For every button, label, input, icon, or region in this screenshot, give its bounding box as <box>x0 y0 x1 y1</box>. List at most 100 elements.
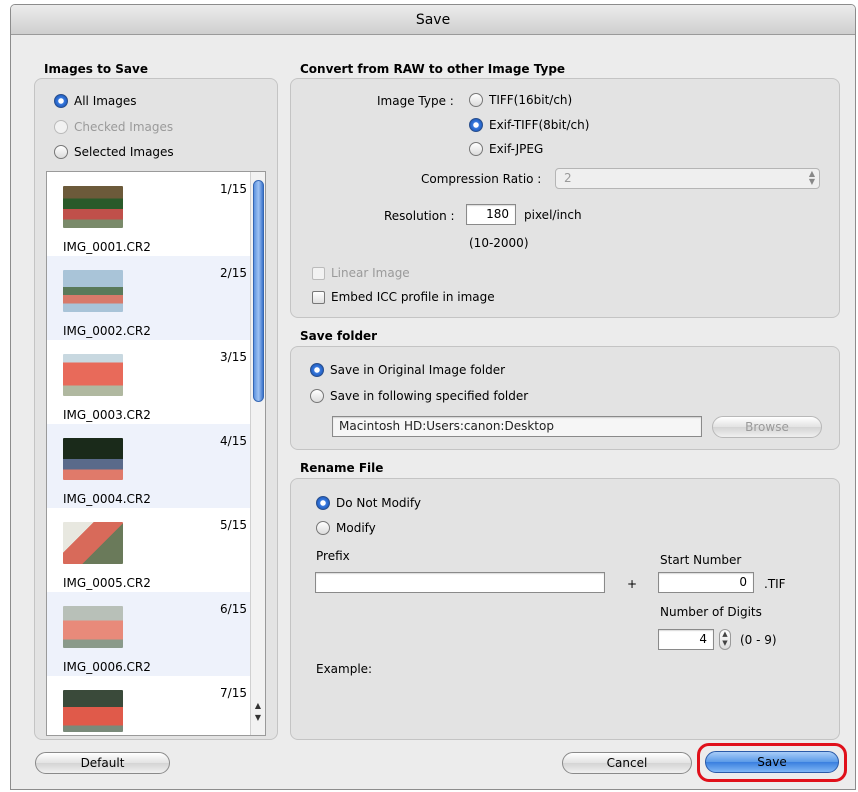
radio-checked-images: Checked Images <box>54 120 173 134</box>
scroll-down-arrow-icon[interactable]: ▼ <box>252 712 264 723</box>
prefix-label: Prefix <box>316 549 350 563</box>
image-count: 4/15 <box>220 434 247 448</box>
digits-range: (0 - 9) <box>740 633 777 647</box>
browse-button[interactable]: Browse <box>712 416 822 438</box>
digits-input[interactable]: 4 <box>658 629 714 650</box>
radio-exif-jpeg[interactable]: Exif-JPEG <box>469 142 543 156</box>
list-item[interactable]: 6/15 IMG_0006.CR2 <box>47 592 265 676</box>
resolution-input[interactable]: 180 <box>466 204 516 225</box>
image-count: 6/15 <box>220 602 247 616</box>
resolution-label: Resolution : <box>384 209 455 223</box>
radio-exif-tiff-label: Exif-TIFF(8bit/ch) <box>489 118 590 132</box>
list-item[interactable]: 5/15 IMG_0005.CR2 <box>47 508 265 592</box>
thumbnail-image <box>63 354 123 396</box>
image-filename: IMG_0001.CR2 <box>63 240 151 254</box>
convert-heading: Convert from RAW to other Image Type <box>300 62 566 76</box>
radio-do-not-modify[interactable]: Do Not Modify <box>316 496 421 510</box>
thumbnail-image <box>63 690 123 732</box>
linear-image-checkbox: Linear Image <box>312 266 410 280</box>
image-list[interactable]: 1/15 IMG_0001.CR2 2/15 IMG_0002.CR2 3/15… <box>46 171 266 736</box>
thumbnail-image <box>63 186 123 228</box>
radio-tiff16[interactable]: TIFF(16bit/ch) <box>469 93 572 107</box>
prefix-input[interactable] <box>315 572 605 593</box>
thumbnail-image <box>63 606 123 648</box>
image-count: 5/15 <box>220 518 247 532</box>
compression-ratio-value: 2 <box>564 171 572 185</box>
radio-icon <box>469 142 483 156</box>
radio-save-original-folder[interactable]: Save in Original Image folder <box>310 363 505 377</box>
list-scrollbar[interactable]: ▲ ▼ <box>250 172 265 735</box>
compression-ratio-select: 2 ▲ ▼ <box>555 168 820 189</box>
thumbnail-image <box>63 270 123 312</box>
default-button[interactable]: Default <box>35 752 170 774</box>
start-number-label: Start Number <box>660 553 742 567</box>
cancel-button[interactable]: Cancel <box>562 752 692 774</box>
save-folder-heading: Save folder <box>300 329 378 343</box>
thumbnail-image <box>63 522 123 564</box>
radio-icon <box>316 521 330 535</box>
checkbox-icon <box>312 290 325 304</box>
radio-exif-tiff[interactable]: Exif-TIFF(8bit/ch) <box>469 118 589 132</box>
image-count: 2/15 <box>220 266 247 280</box>
window-title: Save <box>11 5 855 35</box>
image-filename: IMG_0004.CR2 <box>63 492 151 506</box>
list-item[interactable]: 1/15 IMG_0001.CR2 <box>47 172 265 256</box>
radio-selected-images-label: Selected Images <box>74 145 174 159</box>
radio-icon <box>469 93 483 107</box>
image-filename: IMG_0006.CR2 <box>63 660 151 674</box>
image-count: 7/15 <box>220 686 247 700</box>
image-type-label: Image Type : <box>377 94 454 108</box>
list-item[interactable]: 4/15 IMG_0004.CR2 <box>47 424 265 508</box>
radio-tiff16-label: TIFF(16bit/ch) <box>489 93 573 107</box>
radio-icon <box>54 145 68 159</box>
radio-selected-icon <box>310 363 324 377</box>
digits-stepper[interactable]: ▲ ▼ <box>719 629 731 650</box>
radio-all-images-label: All Images <box>74 94 137 108</box>
plus-sign: + <box>627 577 638 591</box>
number-of-digits-label: Number of Digits <box>660 605 762 619</box>
radio-checked-images-label: Checked Images <box>74 120 174 134</box>
resolution-range: (10-2000) <box>469 236 529 250</box>
list-item[interactable]: 3/15 IMG_0003.CR2 <box>47 340 265 424</box>
list-item[interactable]: 2/15 IMG_0002.CR2 <box>47 256 265 340</box>
scroll-up-arrow-icon[interactable]: ▲ <box>252 700 264 711</box>
image-count: 3/15 <box>220 350 247 364</box>
rename-file-heading: Rename File <box>300 461 384 475</box>
radio-icon <box>310 389 324 403</box>
example-label: Example: <box>316 662 373 676</box>
compression-ratio-label: Compression Ratio : <box>421 172 542 186</box>
radio-all-images[interactable]: All Images <box>54 94 137 108</box>
list-item[interactable]: 7/15 <box>47 676 265 735</box>
folder-path-field[interactable]: Macintosh HD:Users:canon:Desktop <box>332 416 702 437</box>
radio-icon <box>54 120 68 134</box>
radio-selected-icon <box>54 94 68 108</box>
embed-icc-label: Embed ICC profile in image <box>331 290 495 304</box>
images-to-save-heading: Images to Save <box>44 62 148 76</box>
start-number-input[interactable]: 0 <box>658 572 754 593</box>
select-arrows-icon: ▲ ▼ <box>808 169 815 186</box>
image-filename: IMG_0005.CR2 <box>63 576 151 590</box>
radio-selected-icon <box>469 118 483 132</box>
embed-icc-checkbox[interactable]: Embed ICC profile in image <box>312 290 495 304</box>
radio-modify[interactable]: Modify <box>316 521 376 535</box>
radio-save-original-label: Save in Original Image folder <box>330 363 506 377</box>
radio-do-not-modify-label: Do Not Modify <box>336 496 421 510</box>
stepper-arrows-icon: ▲ ▼ <box>722 630 728 647</box>
save-button[interactable]: Save <box>705 751 839 773</box>
radio-save-specified-folder[interactable]: Save in following specified folder <box>310 389 528 403</box>
image-filename: IMG_0003.CR2 <box>63 408 151 422</box>
image-count: 1/15 <box>220 182 247 196</box>
radio-exif-jpeg-label: Exif-JPEG <box>489 142 544 156</box>
radio-selected-images[interactable]: Selected Images <box>54 145 174 159</box>
linear-image-label: Linear Image <box>331 266 410 280</box>
convert-group <box>290 78 840 318</box>
radio-save-specified-label: Save in following specified folder <box>330 389 529 403</box>
thumbnail-image <box>63 438 123 480</box>
checkbox-icon <box>312 266 325 280</box>
resolution-unit: pixel/inch <box>524 208 582 222</box>
image-filename: IMG_0002.CR2 <box>63 324 151 338</box>
file-extension: .TIF <box>764 577 786 591</box>
radio-selected-icon <box>316 496 330 510</box>
radio-modify-label: Modify <box>336 521 376 535</box>
scrollbar-thumb[interactable] <box>253 180 264 402</box>
